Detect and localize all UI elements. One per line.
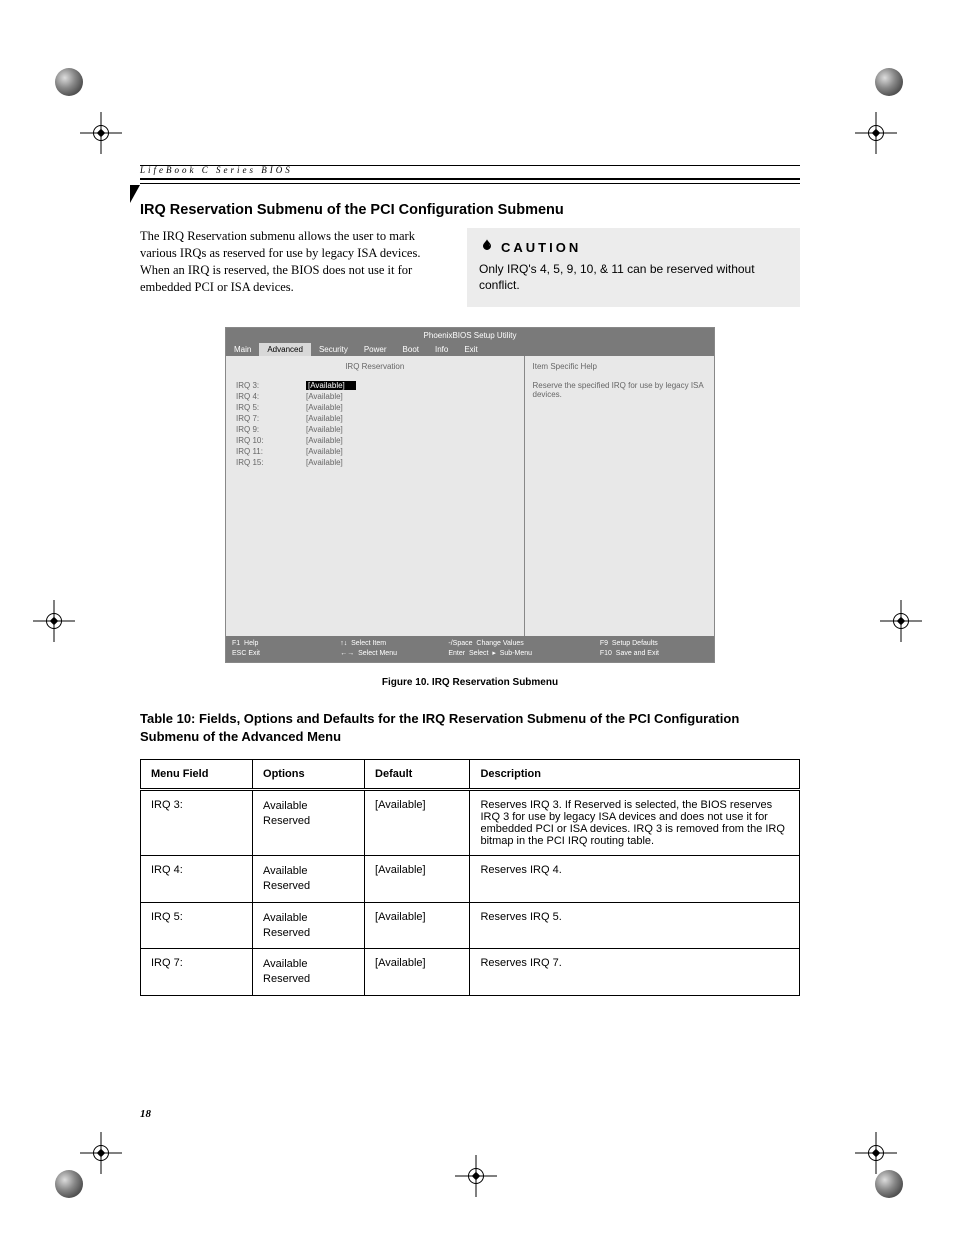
bios-row: IRQ 5:[Available] [236,403,514,412]
bios-row: IRQ 15:[Available] [236,458,514,467]
th-default: Default [365,760,470,790]
corner-mark [130,185,140,203]
bios-footer: F1 Help ESC Exit ↑↓ Select Item ←→ Selec… [226,636,714,662]
bios-footer-col: -/Space Change Values Enter Select ▸ Sub… [448,639,599,659]
bios-footer-col: F9 Setup Defaults F10 Save and Exit [600,639,708,659]
bios-footer-col: F1 Help ESC Exit [232,639,340,659]
bios-row: IRQ 4:[Available] [236,392,514,401]
bios-row: IRQ 3:[Available] [236,381,514,390]
bios-footer-col: ↑↓ Select Item ←→ Select Menu [340,639,448,659]
bios-help-text: Reserve the specified IRQ for use by leg… [533,381,706,399]
th-menu-field: Menu Field [141,760,253,790]
bios-left-pane: IRQ Reservation IRQ 3:[Available] IRQ 4:[… [226,356,525,636]
bios-row: IRQ 10:[Available] [236,436,514,445]
th-options: Options [253,760,365,790]
bios-tab: Main [226,343,259,356]
bios-tab: Security [311,343,356,356]
bios-tab: Info [427,343,456,356]
bios-row: IRQ 9:[Available] [236,425,514,434]
page-number: 18 [140,1108,151,1120]
caution-icon [479,238,495,257]
bios-screenshot: PhoenixBIOS Setup Utility Main Advanced … [225,327,715,663]
bios-tab: Power [356,343,395,356]
bios-tab: Exit [456,343,485,356]
figure-caption: Figure 10. IRQ Reservation Submenu [140,677,800,688]
table-caption: Table 10: Fields, Options and Defaults f… [140,710,800,745]
bios-tab-active: Advanced [259,343,311,356]
page-content: LifeBook C Series BIOS IRQ Reservation S… [140,165,800,996]
table-row: IRQ 4:AvailableReserved[Available]Reserv… [141,856,800,903]
data-table: Menu Field Options Default Description I… [140,759,800,996]
th-description: Description [470,760,800,790]
intro-paragraph: The IRQ Reservation submenu allows the u… [140,228,449,307]
table-row: IRQ 3:AvailableReserved[Available]Reserv… [141,790,800,856]
table-row: IRQ 5:AvailableReserved[Available]Reserv… [141,902,800,949]
bios-help-pane: Item Specific Help Reserve the specified… [525,356,714,636]
section-title: IRQ Reservation Submenu of the PCI Confi… [140,202,800,218]
bios-menubar: Main Advanced Security Power Boot Info E… [226,343,714,356]
caution-box: CAUTION Only IRQ's 4, 5, 9, 10, & 11 can… [467,228,800,307]
caution-text: Only IRQ's 4, 5, 9, 10, & 11 can be rese… [479,261,788,293]
bios-row: IRQ 11:[Available] [236,447,514,456]
bios-row: IRQ 7:[Available] [236,414,514,423]
running-head: LifeBook C Series BIOS [140,165,800,180]
bios-help-title: Item Specific Help [533,362,706,371]
bios-title: PhoenixBIOS Setup Utility [226,328,714,343]
bios-tab: Boot [395,343,427,356]
caution-label: CAUTION [501,240,581,255]
table-row: IRQ 7:AvailableReserved[Available]Reserv… [141,949,800,996]
bios-subtitle: IRQ Reservation [236,362,514,371]
